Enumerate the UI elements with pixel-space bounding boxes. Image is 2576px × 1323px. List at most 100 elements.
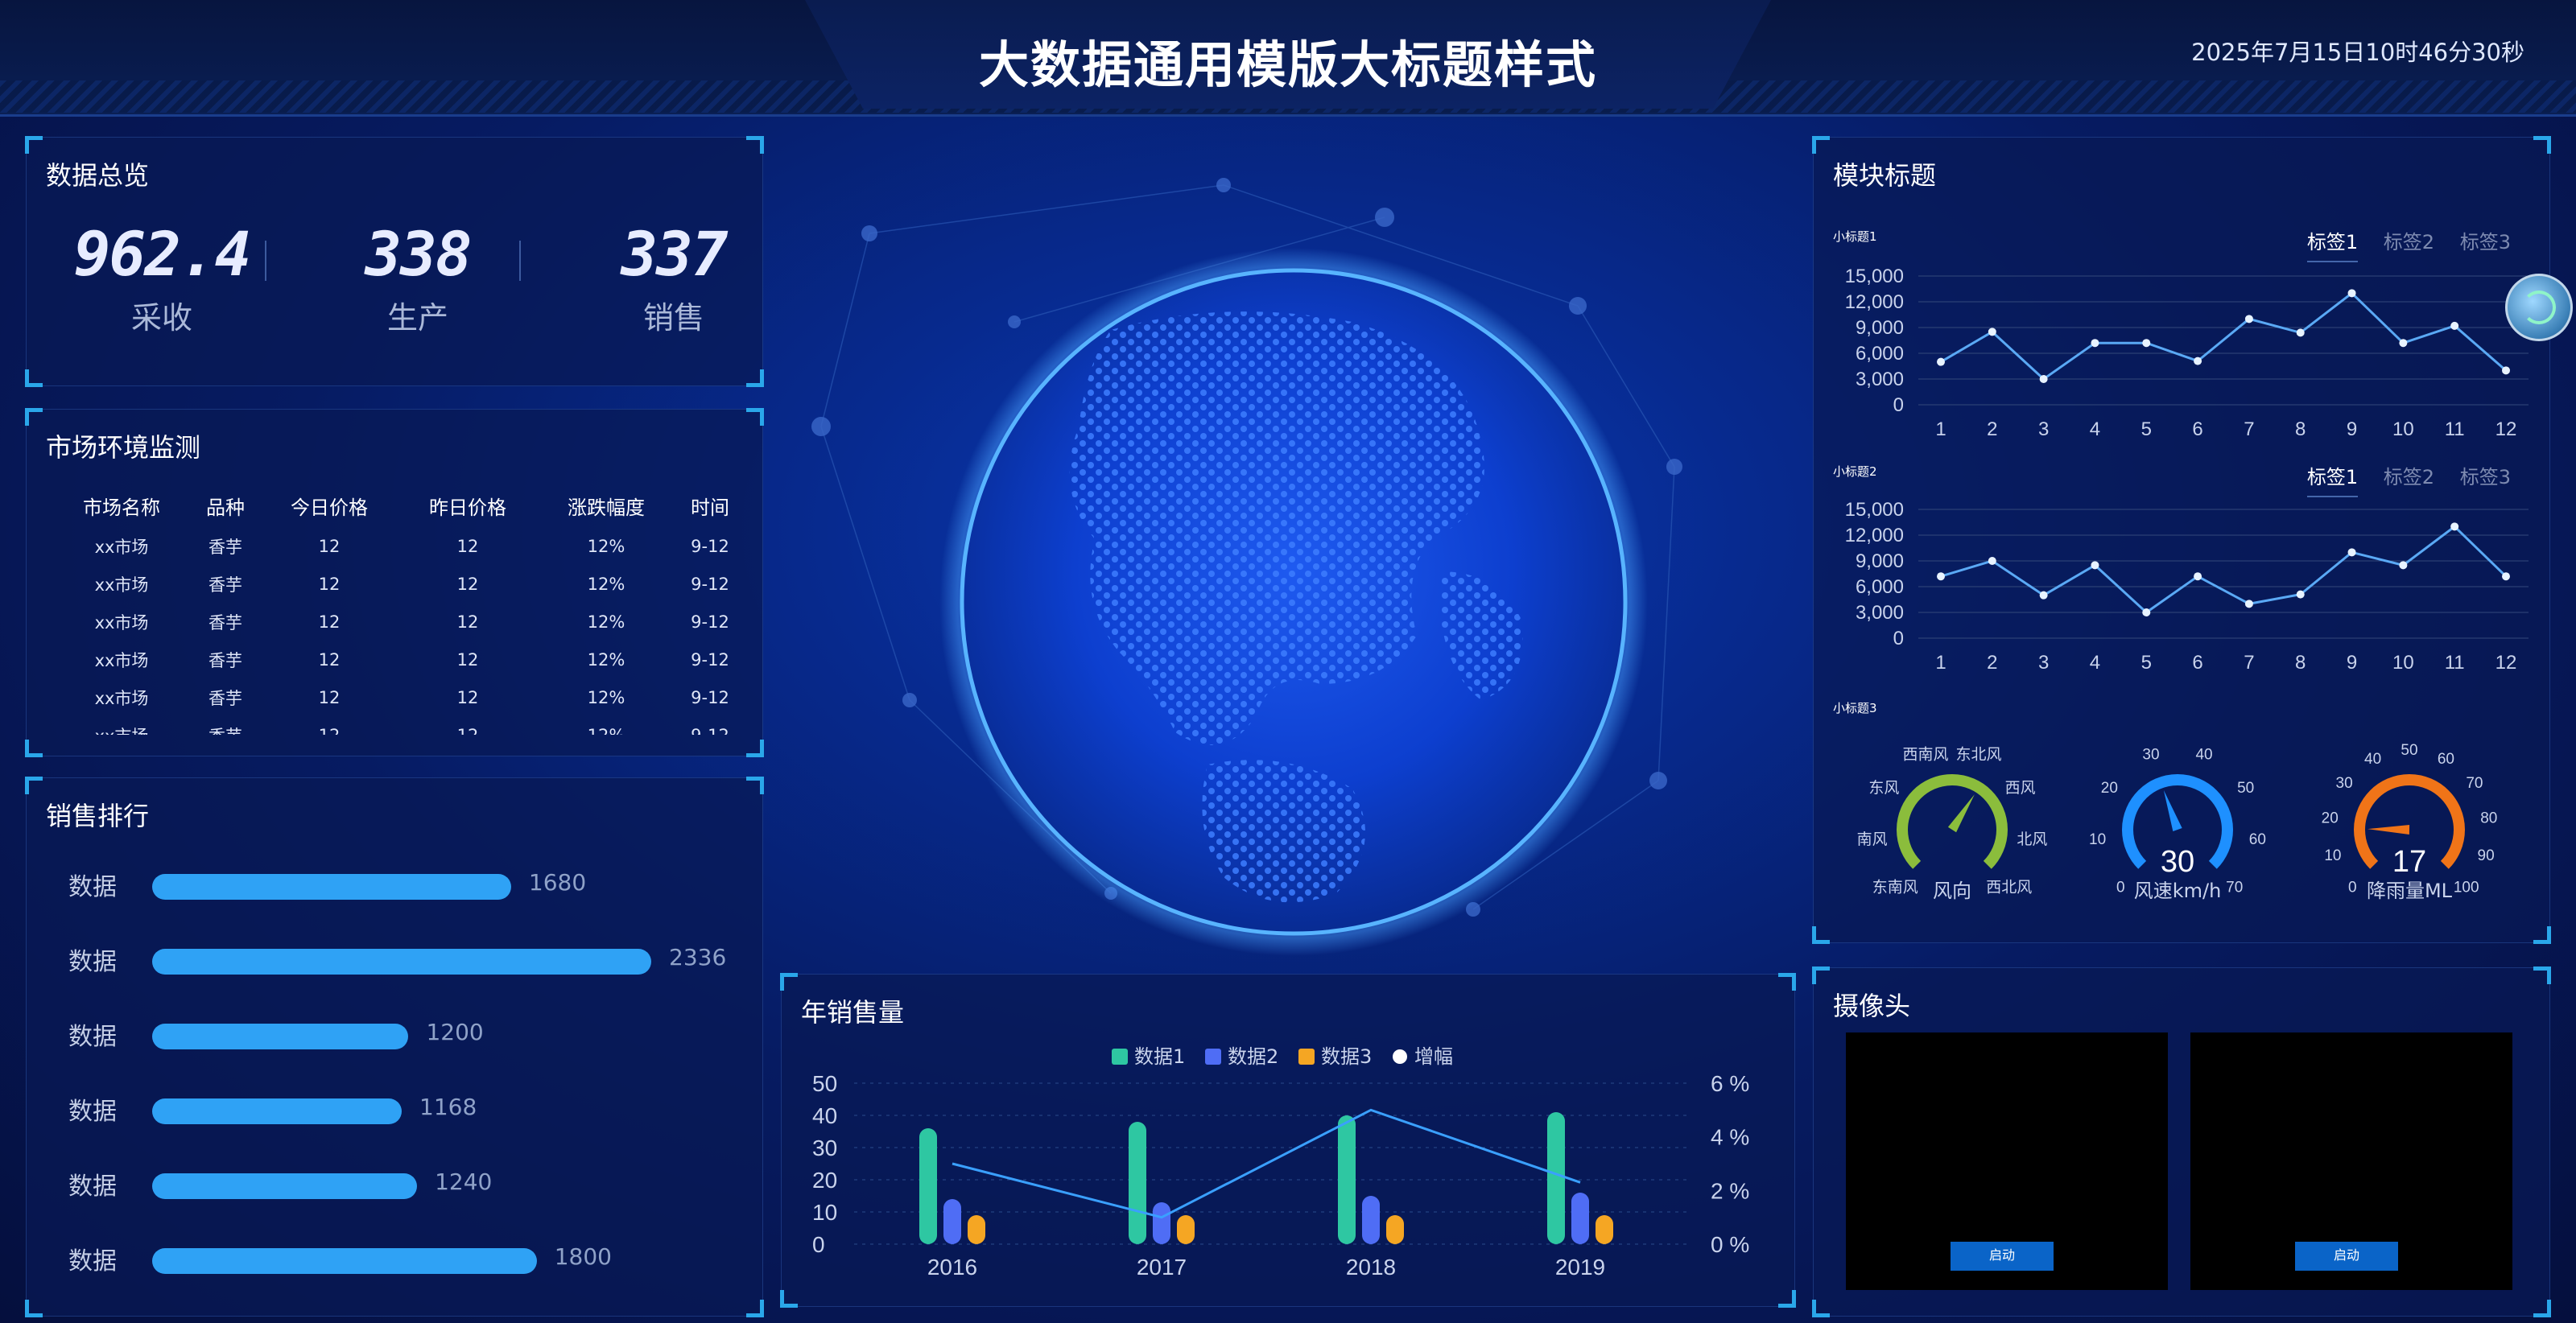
ranking-value: 1168	[419, 1094, 477, 1120]
table-header-row: 市场名称 品种 今日价格 昨日价格 涨跌幅度 时间	[52, 484, 745, 527]
gauge-tick-label: 60	[2249, 831, 2266, 848]
gauge-needle	[1947, 794, 1975, 833]
x-tick-label: 8	[2295, 652, 2306, 674]
chart2-tabs: 标签1 标签2 标签3	[2288, 461, 2511, 497]
corner-decoration	[25, 408, 43, 426]
x-tick-label: 7	[2244, 652, 2254, 674]
corner-decoration	[746, 369, 764, 387]
bar	[943, 1199, 961, 1244]
annual-sales-chart: 数据1 数据2 数据3 增幅 0 10 20 30 40 50 0 % 2 % 4 % 6 % 2016 20…	[812, 1045, 1749, 1280]
data-point	[2347, 548, 2356, 557]
x-tick-label: 4	[2090, 652, 2100, 674]
ranking-row: 数据 1200	[68, 1016, 761, 1051]
corner-decoration	[746, 777, 764, 794]
data-point	[2039, 591, 2048, 600]
x-tick-label: 3	[2038, 652, 2049, 674]
gauge-tick-label: 30	[2142, 747, 2159, 764]
table-cell: 香芋	[191, 716, 260, 736]
gauge-tick-label: 70	[2466, 775, 2483, 792]
overview-panel: 数据总览 962.4 采收 338 生产 337 销售	[25, 136, 764, 387]
ranking-value: 2336	[669, 944, 727, 971]
ranking-bar	[152, 1173, 418, 1199]
corner-decoration	[746, 136, 764, 154]
tab-label-3[interactable]: 标签3	[2460, 461, 2511, 496]
data-point	[2091, 339, 2099, 348]
gauge-tick-label: 50	[2401, 742, 2417, 759]
corner-decoration	[25, 777, 43, 794]
table-cell: 12	[318, 536, 341, 556]
camera-panel: 摄像头 启动 启动	[1812, 966, 2551, 1317]
x-tick-label: 9	[2347, 418, 2357, 440]
gauge-label: 风速km/h	[2134, 880, 2222, 902]
table-cell: 香芋	[208, 575, 242, 595]
x-tick-label: 7	[2244, 418, 2254, 440]
tab-label-2[interactable]: 标签2	[2384, 461, 2434, 496]
gauge-tick-label: 0	[2116, 880, 2125, 896]
ranking-value: 1200	[426, 1019, 484, 1045]
table-cell: 12	[456, 536, 479, 556]
camera-start-button[interactable]: 启动	[2295, 1242, 2398, 1271]
corner-decoration	[25, 136, 43, 154]
ranking-value: 1800	[554, 1243, 612, 1270]
gauge-tick-label: 10	[2324, 847, 2341, 864]
module-panel: 模块标题 小标题1 标签1 标签2 标签3 0 3,000 6,000 9,000 12…	[1812, 136, 2551, 944]
tab-label-1[interactable]: 标签1	[2306, 226, 2359, 262]
y-tick-label: 6,000	[1856, 343, 1904, 365]
gauge-tick-label: 南风	[1857, 830, 1888, 848]
table-cell: 12	[318, 612, 341, 632]
table-cell: 12	[318, 649, 341, 670]
gauge-tick-label: 北风	[2017, 830, 2047, 848]
table-cell: 12%	[587, 536, 625, 556]
floating-assistant-button[interactable]	[2505, 274, 2573, 341]
data-point	[2347, 289, 2356, 298]
x-tick-label: 1	[1935, 418, 1946, 440]
datetime-display: 2025年7月15日10时46分30秒	[2191, 39, 2524, 66]
table-cell: 12	[456, 687, 479, 707]
stat-label: 生产	[386, 300, 448, 336]
x-tick-label: 5	[2141, 418, 2152, 440]
column-header: 市场名称	[83, 496, 160, 519]
x-tick-label: 3	[2038, 418, 2049, 440]
data-point	[1937, 357, 1945, 366]
assistant-icon	[2522, 291, 2556, 324]
tab-label-1[interactable]: 标签1	[2306, 461, 2359, 497]
y-tick-label: 40	[812, 1103, 837, 1128]
y-tick-label: 30	[812, 1135, 837, 1160]
ranking-panel: 销售排行 数据 1680 数据 2336 数据 1200 数据 1168 数据 1240 数据 180…	[25, 777, 764, 1317]
legend-swatch	[1205, 1049, 1221, 1065]
table-cell: 香芋	[208, 537, 242, 557]
header-divider	[0, 114, 2576, 117]
data-point	[1988, 328, 1996, 336]
table-cell: xx市场	[94, 612, 149, 633]
data-point	[1937, 572, 1945, 581]
camera-start-button[interactable]: 启动	[1951, 1242, 2054, 1271]
stat-value: 337	[621, 218, 728, 290]
gauge-label: 降雨量ML	[2367, 880, 2453, 902]
y-tick-label: 20	[812, 1168, 837, 1193]
ranking-value: 1240	[435, 1168, 493, 1195]
tab-label-2[interactable]: 标签2	[2384, 226, 2434, 261]
y2-tick-label: 2 %	[1711, 1178, 1749, 1203]
table-cell: 12	[456, 574, 479, 594]
annual-sales-panel: 年销售量 数据1 数据2 数据3 增幅 0 10 20 30 40 50 0 % 2 % 4 % 6 % 2…	[780, 973, 1796, 1308]
x-tick-label: 12	[2496, 652, 2517, 674]
corner-decoration	[746, 740, 764, 757]
corner-decoration	[1812, 136, 1830, 154]
market-table-scroll[interactable]: 市场名称 品种 今日价格 昨日价格 涨跌幅度 时间 xx市场 香芋 12 12 12% 9…	[52, 484, 745, 736]
bar	[1596, 1215, 1613, 1244]
camera-view-2: 启动	[2190, 1032, 2512, 1290]
ranking-label: 数据	[68, 1173, 117, 1201]
table-cell: 香芋	[208, 612, 242, 633]
table-cell: 9-12	[691, 649, 729, 670]
bar	[968, 1215, 985, 1244]
ranking-bar	[152, 1098, 402, 1124]
y-tick-label: 3,000	[1856, 602, 1904, 624]
ranking-row: 数据 1800	[68, 1241, 761, 1276]
stat-divider	[265, 241, 266, 281]
legend-label: 增幅	[1414, 1045, 1453, 1068]
data-point	[2399, 339, 2408, 348]
tab-label-3[interactable]: 标签3	[2460, 226, 2511, 261]
y-tick-label: 9,000	[1856, 550, 1904, 572]
table-cell: 香芋	[208, 650, 242, 670]
y-tick-label: 15,000	[1845, 500, 1904, 521]
